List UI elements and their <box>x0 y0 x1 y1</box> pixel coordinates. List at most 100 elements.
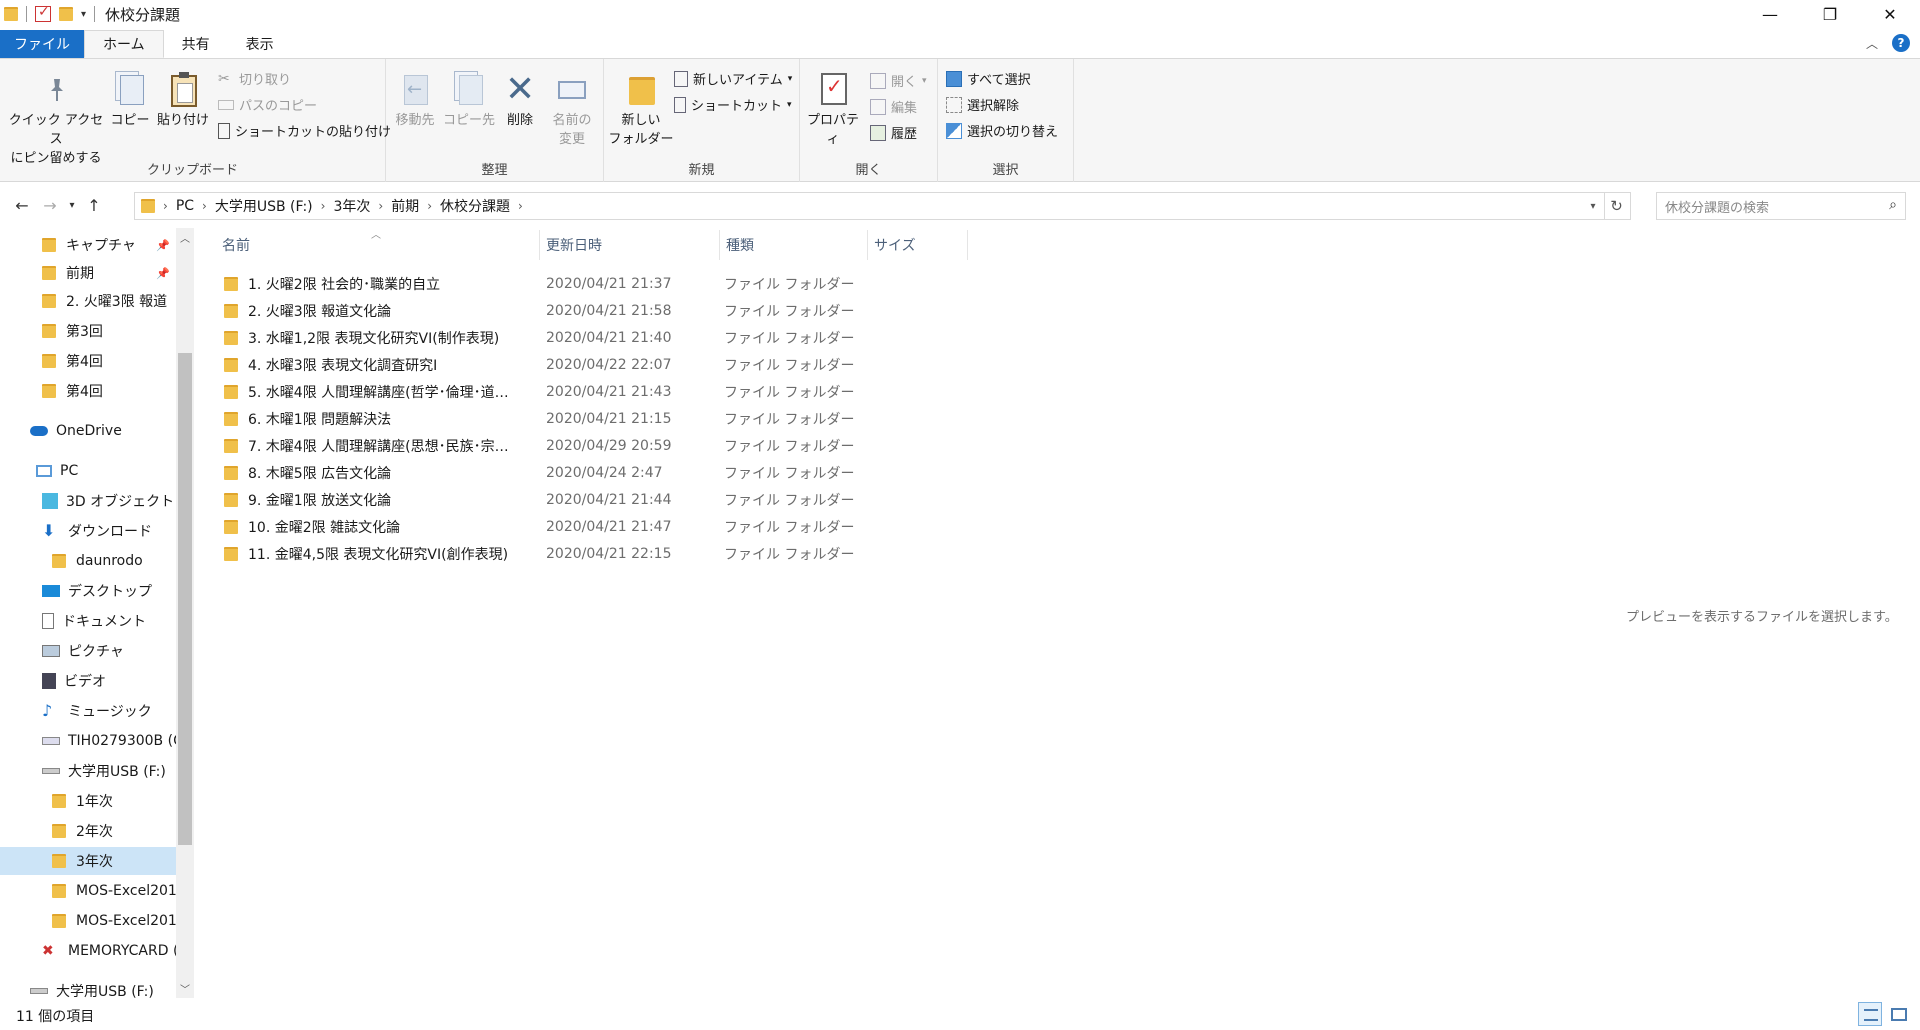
minimize-button[interactable]: — <box>1740 0 1800 28</box>
sidebar-item-news-culture[interactable]: 2. 火曜3限 報道 <box>0 287 176 315</box>
column-header-size[interactable]: サイズ <box>868 230 968 260</box>
table-row[interactable]: 4. 水曜3限 表現文化調査研究I 2020/04/22 22:07 ファイル … <box>216 351 946 378</box>
new-folder-icon[interactable] <box>59 7 73 21</box>
folder-icon[interactable] <box>4 7 18 21</box>
sidebar-item-2nd-year[interactable]: 2年次 <box>0 817 176 845</box>
table-row[interactable]: 11. 金曜4,5限 表現文化研究VI(創作表現) 2020/04/21 22:… <box>216 540 946 567</box>
invert-selection-button[interactable]: 選択の切り替え <box>946 121 1058 140</box>
chevron-right-icon[interactable]: › <box>200 199 209 213</box>
chevron-right-icon[interactable]: › <box>319 199 328 213</box>
maximize-button[interactable]: ❐ <box>1800 0 1860 28</box>
tab-file[interactable]: ファイル <box>0 30 84 58</box>
chevron-right-icon[interactable]: › <box>516 199 525 213</box>
table-row[interactable]: 10. 金曜2限 雑誌文化論 2020/04/21 21:47 ファイル フォル… <box>216 513 946 540</box>
new-folder-button[interactable]: 新しい フォルダー <box>606 71 676 149</box>
table-row[interactable]: 1. 火曜2限 社会的･職業的自立 2020/04/21 21:37 ファイル … <box>216 270 946 297</box>
table-row[interactable]: 9. 金曜1限 放送文化論 2020/04/21 21:44 ファイル フォルダ… <box>216 486 946 513</box>
large-icons-view-button[interactable] <box>1886 1002 1910 1026</box>
sidebar-item-mos-excel-2[interactable]: MOS-Excel2010 <box>0 907 176 935</box>
properties-button[interactable]: プロパティ <box>802 71 864 149</box>
paste-shortcut-button[interactable]: ショートカットの貼り付け <box>218 121 391 140</box>
table-row[interactable]: 2. 火曜3限 報道文化論 2020/04/21 21:58 ファイル フォルダ… <box>216 297 946 324</box>
address-bar[interactable]: › PC › 大学用USB (F:) › 3年次 › 前期 › 休校分課題 › … <box>134 192 1631 220</box>
history-button[interactable]: 履歴 <box>870 123 917 142</box>
preview-pane-message: プレビューを表示するファイルを選択します。 <box>1626 610 1898 625</box>
copy-path-button[interactable]: パスのコピー <box>218 95 317 114</box>
sidebar-item-usb-f[interactable]: 大学用USB (F:) <box>0 757 176 785</box>
table-row[interactable]: 7. 木曜4限 人間理解講座(思想･民族･宗… 2020/04/29 20:59… <box>216 432 946 459</box>
column-header-date[interactable]: 更新日時 <box>540 230 720 260</box>
paste-button[interactable]: 貼り付け <box>156 71 210 130</box>
sidebar-item-videos[interactable]: ビデオ <box>0 667 176 695</box>
copy-to-button[interactable]: コピー先 <box>442 71 496 130</box>
sidebar-item-daunrodo[interactable]: daunrodo <box>0 547 176 575</box>
scrollbar-thumb[interactable] <box>178 353 192 845</box>
scroll-down-icon[interactable]: ﹀ <box>176 981 194 996</box>
sidebar-item-capture[interactable]: キャプチャ 📌 <box>0 231 176 259</box>
sidebar-scrollbar[interactable]: ︿ ﹀ <box>176 228 194 998</box>
column-header-name[interactable]: ︿ 名前 <box>216 230 540 260</box>
table-row[interactable]: 3. 水曜1,2限 表現文化研究VI(制作表現) 2020/04/21 21:4… <box>216 324 946 351</box>
edit-button[interactable]: 編集 <box>870 97 917 116</box>
cut-button[interactable]: ✂ 切り取り <box>218 69 291 89</box>
column-header-type[interactable]: 種類 <box>720 230 868 260</box>
select-all-button[interactable]: すべて選択 <box>946 69 1031 88</box>
sidebar-item-mos-excel-1[interactable]: MOS-Excel2010 <box>0 877 176 905</box>
sidebar-item-downloads[interactable]: ⬇ ダウンロード <box>0 517 176 545</box>
pin-quick-access-button[interactable]: クイック アクセス にピン留めする <box>6 71 106 168</box>
rename-button[interactable]: 名前の 変更 <box>544 71 600 149</box>
sidebar-item-session4b[interactable]: 第4回 <box>0 377 176 405</box>
sidebar-item-usb-f-root[interactable]: 大学用USB (F:) <box>0 977 176 998</box>
sidebar-item-3d-objects[interactable]: 3D オブジェクト <box>0 487 176 515</box>
sidebar-item-pc[interactable]: PC <box>0 457 176 485</box>
close-button[interactable]: ✕ <box>1860 0 1920 28</box>
tab-home[interactable]: ホーム <box>84 30 164 58</box>
breadcrumb-3rd-year[interactable]: 3年次 <box>327 196 376 216</box>
tab-view[interactable]: 表示 <box>228 30 292 58</box>
chevron-right-icon[interactable]: › <box>376 199 385 213</box>
help-icon[interactable]: ? <box>1892 34 1910 52</box>
up-button[interactable]: ↑ <box>80 190 108 220</box>
sidebar-item-1st-year[interactable]: 1年次 <box>0 787 176 815</box>
details-view-button[interactable] <box>1858 1002 1882 1026</box>
new-item-button[interactable]: 新しいアイテム ▾ <box>674 69 792 88</box>
copy-button[interactable]: コピー <box>106 71 154 130</box>
properties-icon[interactable] <box>35 4 51 22</box>
move-to-button[interactable]: 移動先 <box>390 71 440 130</box>
folder-icon <box>224 303 238 318</box>
select-none-button[interactable]: 選択解除 <box>946 95 1019 114</box>
sidebar-item-onedrive[interactable]: OneDrive <box>0 417 176 445</box>
breadcrumb-usb[interactable]: 大学用USB (F:) <box>209 196 319 216</box>
search-input[interactable]: 休校分課題の検索 ⌕ <box>1656 192 1906 220</box>
back-button[interactable]: ← <box>8 190 36 220</box>
breadcrumb-pc[interactable]: PC <box>170 198 200 214</box>
collapse-ribbon-chevron-icon[interactable]: ︿ <box>1866 35 1878 52</box>
sidebar-item-music[interactable]: ♪ ミュージック <box>0 697 176 725</box>
breadcrumb-current[interactable]: 休校分課題 <box>434 196 516 216</box>
delete-button[interactable]: ✕ 削除 <box>498 71 542 130</box>
customize-toolbar-chevron-icon[interactable]: ▾ <box>81 9 86 20</box>
tab-share[interactable]: 共有 <box>164 30 228 58</box>
recent-locations-chevron-icon[interactable]: ▾ <box>64 190 80 220</box>
sidebar-item-session4[interactable]: 第4回 <box>0 347 176 375</box>
sidebar-item-session3[interactable]: 第3回 <box>0 317 176 345</box>
shortcut-button[interactable]: ショートカット ▾ <box>674 95 792 114</box>
table-row[interactable]: 8. 木曜5限 広告文化論 2020/04/24 2:47 ファイル フォルダー <box>216 459 946 486</box>
breadcrumb-first-term[interactable]: 前期 <box>385 196 425 216</box>
sidebar-item-3rd-year[interactable]: 3年次 <box>0 847 176 875</box>
chevron-right-icon[interactable]: › <box>425 199 434 213</box>
sidebar-item-documents[interactable]: ドキュメント <box>0 607 176 635</box>
refresh-icon[interactable]: ↻ <box>1604 193 1628 219</box>
chevron-right-icon[interactable]: › <box>161 199 170 213</box>
open-button[interactable]: 開く ▾ <box>870 71 927 90</box>
sidebar-item-pictures[interactable]: ピクチャ <box>0 637 176 665</box>
address-history-chevron-icon[interactable]: ▾ <box>1584 193 1602 219</box>
sidebar-item-first-term[interactable]: 前期 📌 <box>0 259 176 287</box>
sidebar-item-memorycard[interactable]: ✖ MEMORYCARD ( <box>0 937 176 965</box>
table-row[interactable]: 6. 木曜1限 問題解決法 2020/04/21 21:15 ファイル フォルダ… <box>216 405 946 432</box>
forward-button[interactable]: → <box>36 190 64 220</box>
scroll-up-icon[interactable]: ︿ <box>176 230 194 245</box>
table-row[interactable]: 5. 水曜4限 人間理解講座(哲学･倫理･道… 2020/04/21 21:43… <box>216 378 946 405</box>
sidebar-item-c-drive[interactable]: TIH0279300B (C: <box>0 727 176 755</box>
sidebar-item-desktop[interactable]: デスクトップ <box>0 577 176 605</box>
